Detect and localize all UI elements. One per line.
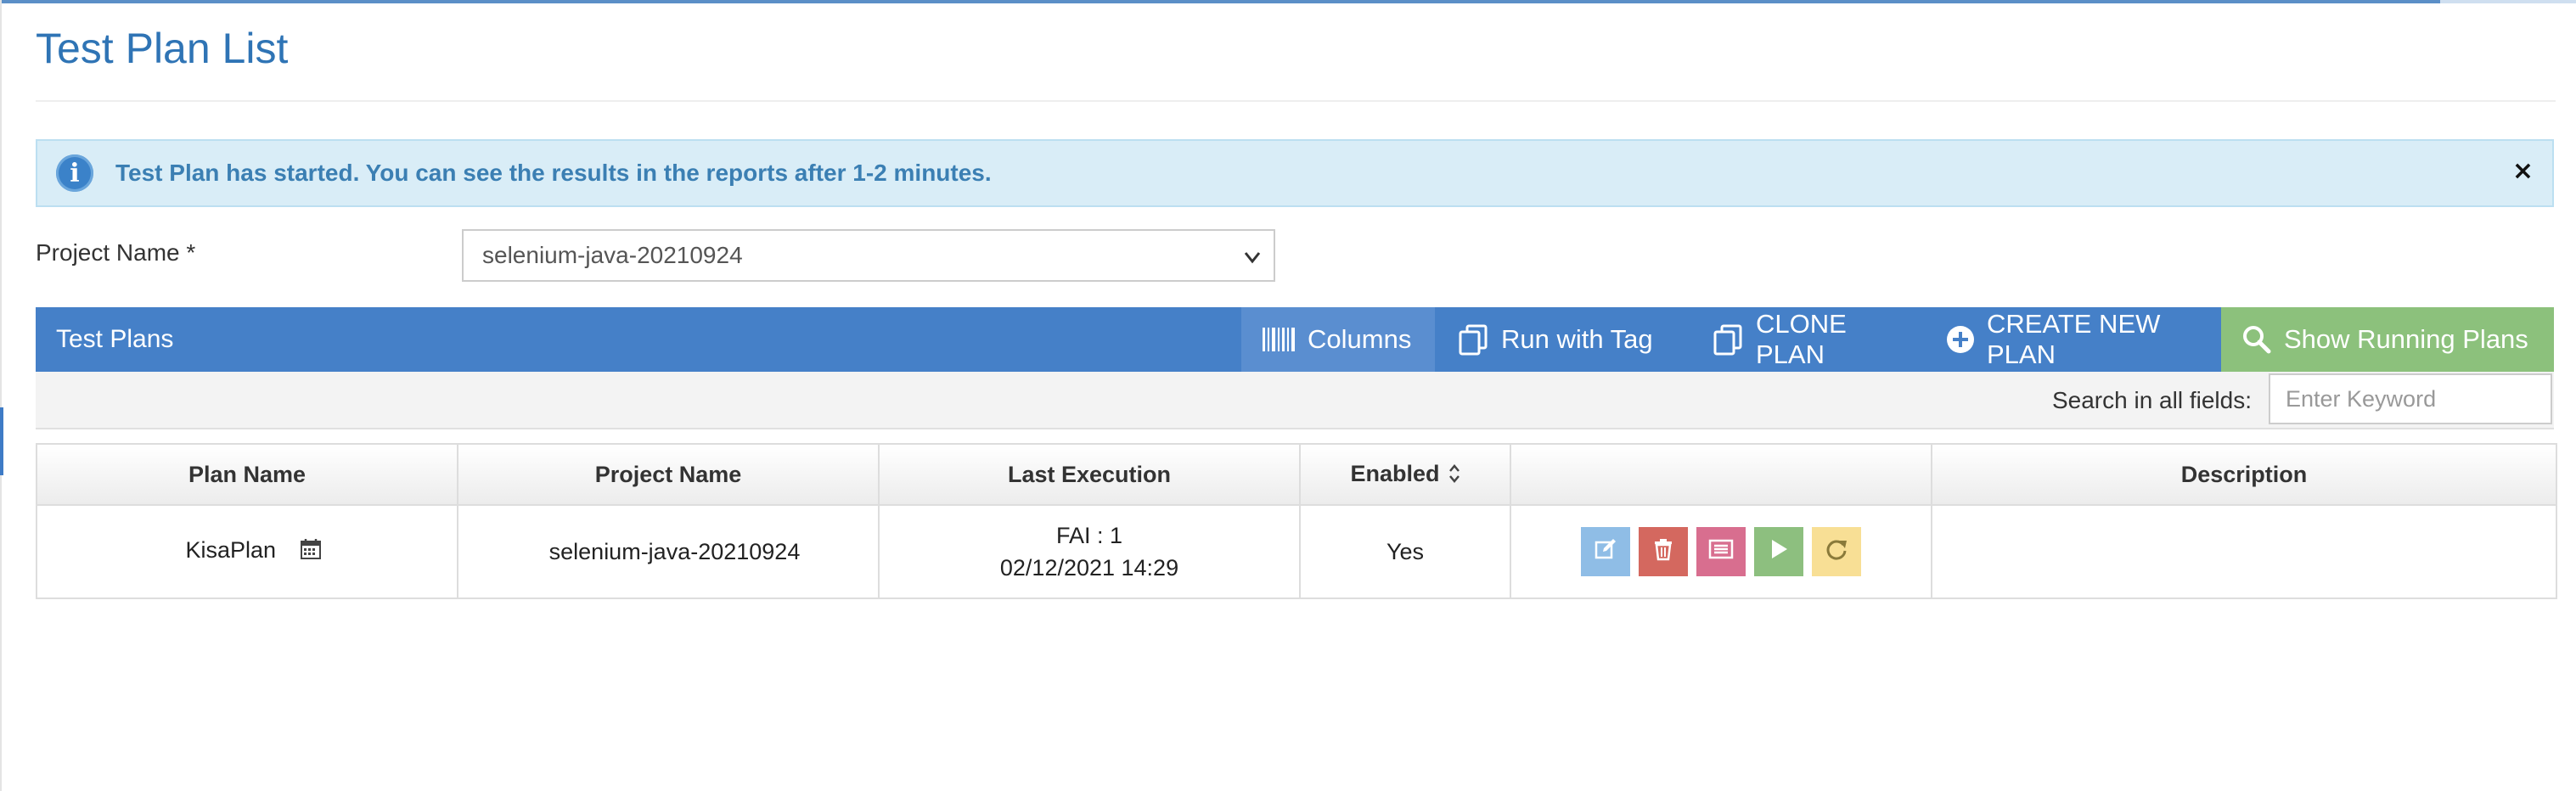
title-divider [36,100,2556,102]
sort-icon [1448,463,1460,488]
column-header-description[interactable]: Description [1931,443,2557,506]
columns-button[interactable]: Columns [1241,307,1435,372]
delete-plan-button[interactable] [1639,527,1688,576]
edit-plan-button[interactable] [1581,527,1630,576]
project-name-label: Project Name * [36,239,196,266]
edit-icon [1594,537,1617,567]
play-icon [1768,537,1790,567]
table-row: KisaPlan selenium-java-20210924 FAI : 1 … [36,504,2557,599]
run-with-tag-label: Run with Tag [1501,324,1653,354]
last-execution-date: 02/12/2021 14:29 [999,555,1179,581]
plus-circle-icon [1946,325,1975,354]
rerun-plan-button[interactable] [1812,527,1861,576]
report-icon [1708,538,1734,566]
show-running-plans-button[interactable]: Show Running Plans [2221,307,2554,372]
close-icon[interactable]: × [2512,156,2534,186]
actions-cell [1510,504,1932,599]
plan-report-button[interactable] [1696,527,1746,576]
search-placeholder: Enter Keyword [2286,385,2437,412]
top-accent-bar [0,0,2576,3]
column-header-last-execution[interactable]: Last Execution [878,443,1301,506]
chevron-down-icon [1243,243,1262,278]
clone-plan-label: CLONE PLAN [1756,309,1847,369]
test-plans-table: Plan Name Project Name Last Execution En… [36,443,2557,599]
description-cell [1931,504,2557,599]
search-label: Search in all fields: [2051,387,2252,413]
refresh-icon [1825,537,1848,567]
create-new-plan-label: CREATE NEW PLAN [1987,309,2161,369]
info-alert: i Test Plan has started. You can see the… [36,139,2554,207]
search-icon [2241,324,2272,355]
copy-icon [1457,323,1489,356]
left-active-marker [0,407,3,475]
search-bar: Search in all fields: Enter Keyword [36,372,2554,429]
run-with-tag-button[interactable]: Run with Tag [1435,307,1690,372]
column-header-plan-name[interactable]: Plan Name [36,443,458,506]
alert-message: Test Plan has started. You can see the r… [115,160,992,186]
run-plan-button[interactable] [1754,527,1803,576]
trash-icon [1652,537,1674,567]
last-execution-status[interactable]: FAI : 1 [880,519,1298,552]
project-select-value: selenium-java-20210924 [482,242,743,268]
top-accent-fade [2440,0,2576,3]
info-circle-icon: i [56,154,93,192]
create-new-plan-button[interactable]: CREATE NEW PLAN [1924,307,2221,372]
barcode-columns-icon [1262,327,1296,352]
search-input[interactable]: Enter Keyword [2269,373,2552,424]
project-name-select[interactable]: selenium-java-20210924 [462,229,1275,282]
last-execution-cell: FAI : 1 02/12/2021 14:29 [878,504,1301,599]
test-plans-toolbar: Test Plans Columns Run with Tag CLONE PL… [36,307,2554,372]
project-name-cell: selenium-java-20210924 [457,504,880,599]
show-running-plans-label: Show Running Plans [2284,324,2528,354]
enabled-cell: Yes [1299,504,1511,599]
column-header-enabled[interactable]: Enabled [1299,443,1511,506]
plan-name-cell: KisaPlan [36,504,458,599]
toolbar-title: Test Plans [56,325,174,353]
left-edge [0,0,2,791]
plan-name[interactable]: KisaPlan [185,537,276,563]
enabled-header-label: Enabled [1350,461,1440,487]
columns-button-label: Columns [1308,324,1412,354]
copy-icon [1712,323,1744,356]
page-title: Test Plan List [36,25,289,72]
row-actions [1512,527,1930,576]
column-header-project-name[interactable]: Project Name [457,443,880,506]
column-header-actions [1510,443,1932,506]
clone-plan-button[interactable]: CLONE PLAN [1690,307,1924,372]
calendar-icon[interactable] [300,538,322,566]
table-header-row: Plan Name Project Name Last Execution En… [36,443,2557,506]
